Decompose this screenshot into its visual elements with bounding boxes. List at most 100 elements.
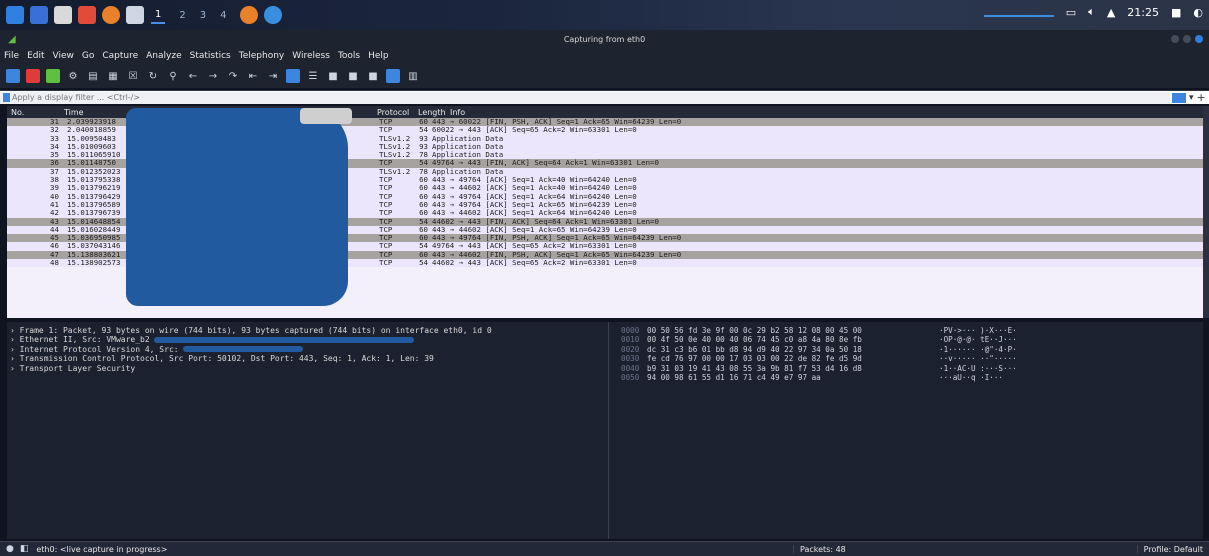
menu-go[interactable]: Go xyxy=(82,51,94,61)
window-list-icon[interactable] xyxy=(126,6,144,24)
col-protocol[interactable]: Protocol xyxy=(369,108,414,117)
first-packet-icon[interactable]: ⇤ xyxy=(246,69,260,83)
hex-row[interactable]: 0020 dc 31 c3 b6 01 bb d8 94 d9 40 22 97 … xyxy=(609,345,1203,354)
menu-tools[interactable]: Tools xyxy=(338,51,360,61)
col-info[interactable]: Info xyxy=(448,108,465,117)
minimize-button[interactable] xyxy=(1171,35,1179,43)
cell-proto: TCP xyxy=(379,233,393,243)
desktop-icon[interactable] xyxy=(30,6,48,24)
stop-capture-icon[interactable] xyxy=(26,69,40,83)
menu-wireless[interactable]: Wireless xyxy=(292,51,330,61)
cell-proto: TCP xyxy=(379,224,393,234)
tree-tls[interactable]: › Transport Layer Security xyxy=(7,364,608,373)
find-packet-icon[interactable]: ⚲ xyxy=(166,69,180,83)
tree-ethernet-label: › Ethernet II, Src: VMware_b2 xyxy=(10,335,150,345)
menu-bar: File Edit View Go Capture Analyze Statis… xyxy=(0,48,1209,64)
go-back-icon[interactable]: ← xyxy=(186,69,200,83)
status-bar: ● ◧ eth0: <live capture in progress> Pac… xyxy=(0,541,1209,556)
tree-frame[interactable]: › Frame 1: Packet, 93 bytes on wire (744… xyxy=(7,326,608,335)
power-icon[interactable]: ◐ xyxy=(1193,6,1203,19)
workspace-2[interactable]: 2 xyxy=(179,10,185,21)
filter-dropdown-icon[interactable]: ▾ xyxy=(1189,93,1194,103)
menu-telephony[interactable]: Telephony xyxy=(239,51,285,61)
display-filter-input[interactable] xyxy=(0,91,1170,104)
workspace-1[interactable]: 1 xyxy=(151,7,166,24)
maximize-button[interactable] xyxy=(1183,35,1191,43)
firefox-task-icon[interactable] xyxy=(239,6,258,24)
reload-icon[interactable]: ↻ xyxy=(146,69,160,83)
bookmark-icon[interactable] xyxy=(3,93,10,102)
capture-status-icon[interactable]: ● xyxy=(6,544,14,554)
menu-file[interactable]: File xyxy=(4,51,19,61)
hex-bytes: 00 4f 50 0e 40 00 40 06 74 45 c0 a8 4a 8… xyxy=(647,335,862,345)
volume-icon[interactable]: 🔈︎ xyxy=(1088,5,1095,19)
hex-off: 0000 xyxy=(621,326,640,335)
hex-ascii: ·PV·>··· )·X···E· xyxy=(939,326,1017,335)
autoscroll-icon[interactable] xyxy=(286,69,300,83)
add-filter-button[interactable]: + xyxy=(1197,91,1206,104)
hex-row[interactable]: 0050 94 00 98 61 55 d1 16 71 c4 49 e7 97 … xyxy=(609,373,1203,382)
workspace-4[interactable]: 4 xyxy=(220,10,226,21)
terminal-icon[interactable] xyxy=(78,6,96,24)
workspace-3[interactable]: 3 xyxy=(200,10,206,21)
firefox-icon[interactable] xyxy=(102,6,120,24)
lock-icon[interactable]: ■ xyxy=(1171,6,1181,19)
menu-analyze[interactable]: Analyze xyxy=(146,51,181,61)
hex-bytes: dc 31 c3 b6 01 bb d8 94 d9 40 22 97 34 0… xyxy=(647,344,862,354)
zoom-out-icon[interactable]: ■ xyxy=(346,69,360,83)
packet-list-scrollbar[interactable] xyxy=(1203,106,1209,318)
close-file-icon[interactable]: ☒ xyxy=(126,69,140,83)
tree-ethernet[interactable]: › Ethernet II, Src: VMware_b2 xyxy=(7,335,608,344)
cell-proto: TLSv1.2 xyxy=(379,166,411,176)
restart-capture-icon[interactable] xyxy=(46,69,60,83)
normal-size-icon[interactable]: ■ xyxy=(366,69,380,83)
hex-off: 0020 xyxy=(621,344,640,354)
go-to-packet-icon[interactable]: ↷ xyxy=(226,69,240,83)
packet-details-pane[interactable]: › Frame 1: Packet, 93 bytes on wire (744… xyxy=(7,322,608,539)
clock[interactable]: 21:25 xyxy=(1127,6,1159,19)
hex-bytes: 94 00 98 61 55 d1 16 71 c4 49 e7 97 aa xyxy=(647,373,821,383)
col-length[interactable]: Length xyxy=(414,108,448,117)
tree-ip[interactable]: › Internet Protocol Version 4, Src: xyxy=(7,345,608,354)
menu-capture[interactable]: Capture xyxy=(102,51,138,61)
open-file-icon[interactable]: ▤ xyxy=(86,69,100,83)
packet-bytes-pane[interactable]: 0000 00 50 56 fd 3e 9f 00 0c 29 b2 58 12 … xyxy=(608,322,1203,539)
wireshark-logo-icon: ◢ xyxy=(8,33,16,45)
close-button[interactable] xyxy=(1195,35,1203,43)
tree-tcp[interactable]: › Transmission Control Protocol, Src Por… xyxy=(7,354,608,363)
profile-status[interactable]: Profile: Default xyxy=(1136,544,1203,554)
resize-columns-icon[interactable] xyxy=(386,69,400,83)
system-tray: ▭ 🔈︎ ▲ 21:25 ■ ◐ xyxy=(983,5,1203,19)
columns-icon[interactable]: ▥ xyxy=(406,69,420,83)
cpu-graph xyxy=(983,7,1054,17)
expert-info-icon[interactable]: ◧ xyxy=(20,544,29,554)
redaction-overlay xyxy=(126,108,348,306)
menu-edit[interactable]: Edit xyxy=(27,51,44,61)
hex-row[interactable]: 0000 00 50 56 fd 3e 9f 00 0c 29 b2 58 12 … xyxy=(609,326,1203,335)
interface-status: eth0: <live capture in progress> xyxy=(36,544,168,554)
hex-off: 0050 xyxy=(621,373,640,383)
wireshark-task-icon[interactable] xyxy=(263,6,282,24)
file-manager-icon[interactable] xyxy=(54,6,72,24)
menu-view[interactable]: View xyxy=(53,51,74,61)
hex-row[interactable]: 0030 fe cd 76 97 00 00 17 03 03 00 22 de … xyxy=(609,354,1203,363)
apply-filter-icon[interactable] xyxy=(1172,92,1186,103)
notification-icon[interactable]: ▲ xyxy=(1107,6,1115,19)
menu-help[interactable]: Help xyxy=(368,51,389,61)
save-file-icon[interactable]: ▦ xyxy=(106,69,120,83)
col-no[interactable]: No. xyxy=(7,108,63,117)
zoom-in-icon[interactable]: ■ xyxy=(326,69,340,83)
kali-menu-icon[interactable] xyxy=(6,6,24,24)
colorize-icon[interactable]: ☰ xyxy=(306,69,320,83)
hex-row[interactable]: 0040 b9 31 03 19 41 43 08 55 3a 9b 81 f7 … xyxy=(609,364,1203,373)
menu-statistics[interactable]: Statistics xyxy=(190,51,231,61)
cell-proto: TCP xyxy=(379,183,393,193)
hex-row[interactable]: 0010 00 4f 50 0e 40 00 40 06 74 45 c0 a8 … xyxy=(609,335,1203,344)
last-packet-icon[interactable]: ⇥ xyxy=(266,69,280,83)
go-forward-icon[interactable]: → xyxy=(206,69,220,83)
capture-options-icon[interactable]: ⚙ xyxy=(66,69,80,83)
start-capture-icon[interactable] xyxy=(6,69,20,83)
hex-ascii: ·1······ ·@"·4·P· xyxy=(939,344,1017,354)
window-title: Capturing from eth0 xyxy=(563,34,646,44)
display-icon[interactable]: ▭ xyxy=(1066,6,1076,19)
